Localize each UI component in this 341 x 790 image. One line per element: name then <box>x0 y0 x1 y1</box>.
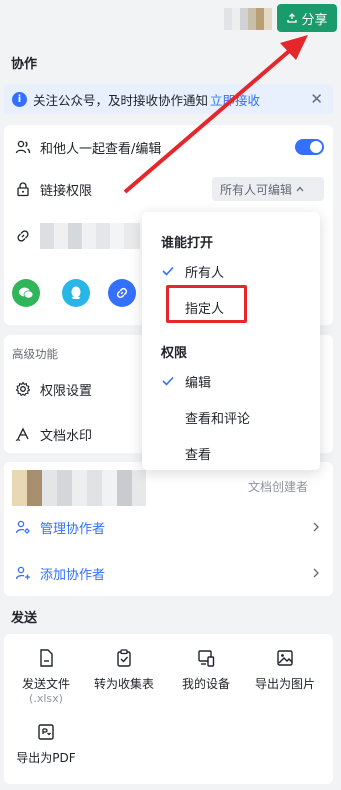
annotation-arrow <box>123 35 308 194</box>
